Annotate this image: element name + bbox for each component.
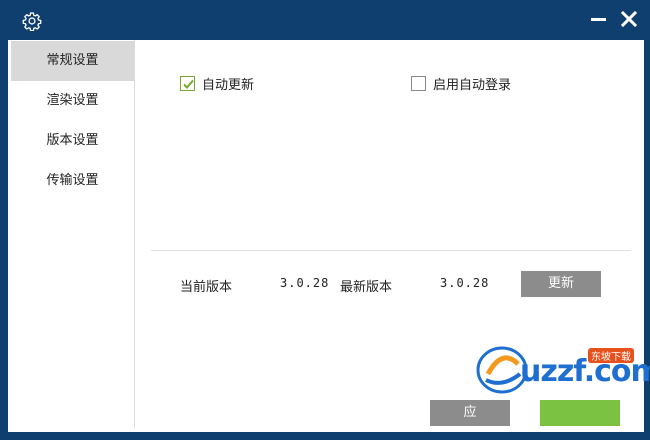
- section-divider: [151, 250, 631, 251]
- minimize-icon[interactable]: [588, 8, 610, 30]
- update-button[interactable]: 更新: [521, 271, 601, 297]
- watermark-badge: 东坡下载: [588, 348, 634, 363]
- sidebar-item-general[interactable]: 常规设置: [11, 41, 134, 81]
- latest-version-value: 3.0.28: [440, 276, 490, 290]
- gear-icon[interactable]: [22, 11, 42, 31]
- confirm-button[interactable]: [540, 400, 620, 426]
- latest-version-label: 最新版本: [340, 280, 393, 295]
- apply-button[interactable]: 应: [430, 400, 510, 426]
- auto-update-checkbox[interactable]: 自动更新: [180, 74, 255, 93]
- current-version-value: 3.0.28: [280, 276, 330, 290]
- close-icon[interactable]: [618, 8, 640, 30]
- title-bar: [0, 0, 650, 40]
- sidebar: 常规设置 渲染设置 版本设置 传输设置: [8, 40, 135, 428]
- checkbox-checked-icon[interactable]: [180, 75, 195, 91]
- sidebar-item-version[interactable]: 版本设置: [11, 121, 134, 161]
- auto-login-checkbox[interactable]: 启用自动登录: [411, 74, 512, 93]
- auto-login-label: 启用自动登录: [433, 77, 512, 93]
- current-version-label: 当前版本: [180, 280, 233, 295]
- checkbox-unchecked-icon[interactable]: [411, 75, 426, 91]
- auto-update-label: 自动更新: [202, 77, 255, 93]
- sidebar-item-transfer[interactable]: 传输设置: [11, 161, 134, 201]
- sidebar-item-render[interactable]: 渲染设置: [11, 81, 134, 121]
